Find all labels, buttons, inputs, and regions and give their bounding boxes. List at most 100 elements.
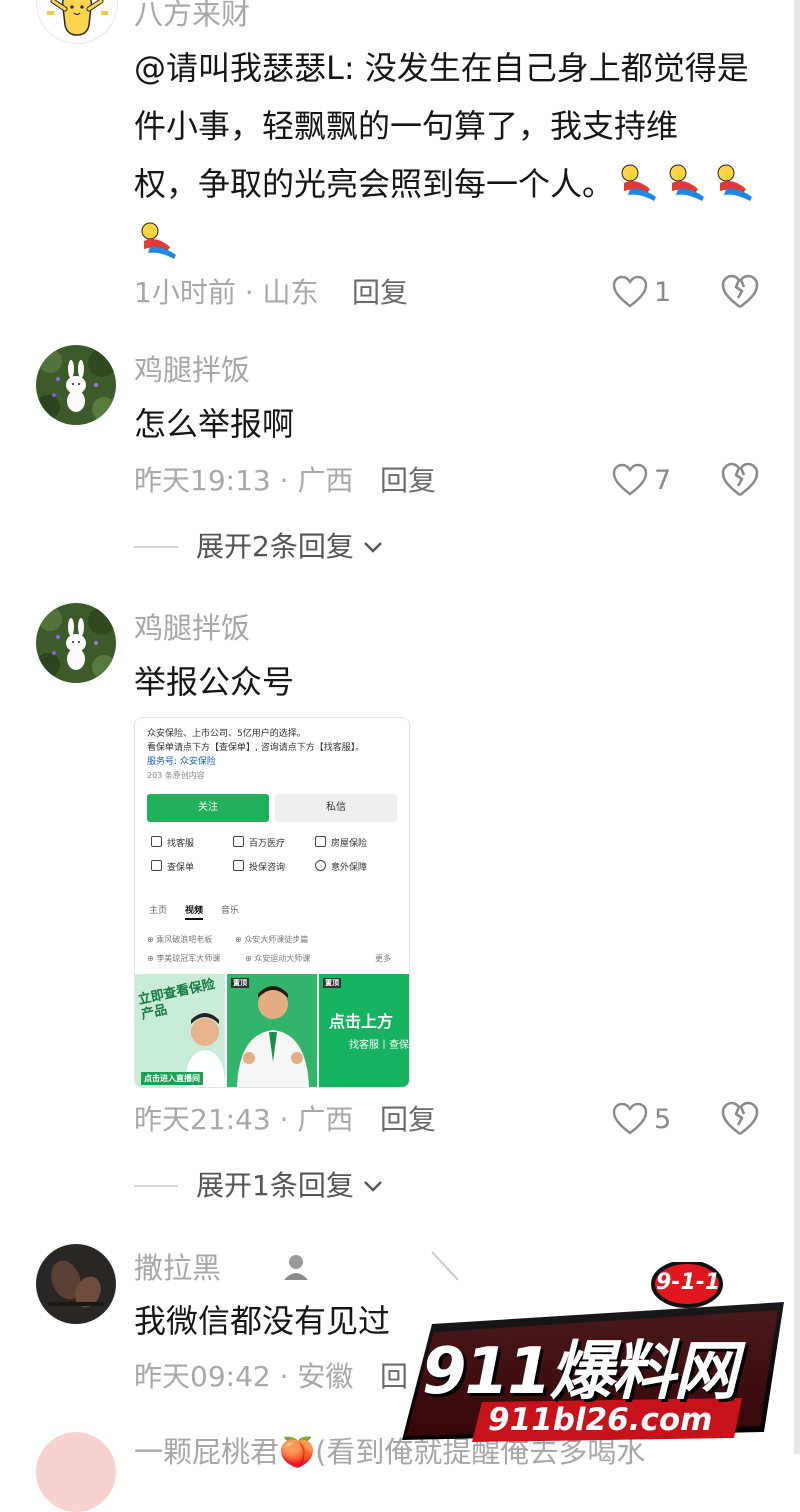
- avatar[interactable]: [36, 1432, 116, 1512]
- dislike-button[interactable]: [720, 1099, 760, 1139]
- avatar[interactable]: [36, 603, 116, 683]
- comment-text: 举报公众号: [134, 663, 295, 701]
- service-item: 房屋保险: [315, 836, 367, 851]
- service-label: 投保咨询: [249, 863, 286, 873]
- heart-icon: [612, 463, 648, 496]
- playlist-link: ⊕ 众安运动大师课: [245, 954, 311, 963]
- reply-button[interactable]: 回复: [380, 464, 436, 498]
- user-badge-icon: [284, 1255, 308, 1280]
- broken-heart-icon: [721, 1101, 759, 1136]
- like-button[interactable]: 5: [612, 1097, 671, 1141]
- tab-video: 视频: [185, 904, 204, 920]
- document-icon: [151, 860, 162, 871]
- video-thumb: 置顶: [227, 974, 317, 1087]
- playlist-link-label: 李美琼冠军大师课: [156, 954, 221, 963]
- chevron-down-icon: [363, 542, 382, 553]
- scroll-edge: [794, 0, 800, 1454]
- service-label: 找客服: [167, 839, 195, 849]
- chat-icon: [151, 836, 162, 847]
- playlist-link-label: 众安大师课徒步篇: [244, 935, 309, 944]
- dislike-button[interactable]: [720, 272, 760, 312]
- avatar[interactable]: [36, 345, 116, 425]
- playlist-link: ⊕ 众安大师课徒步篇: [235, 935, 309, 944]
- divider: [134, 546, 178, 548]
- heart-icon: [612, 275, 648, 308]
- video-title: 点击上方: [329, 1012, 394, 1031]
- chevron-down-icon: [363, 1181, 382, 1192]
- check-icon: [233, 860, 244, 871]
- slide-emoji-icon: [136, 221, 182, 261]
- like-count: 5: [654, 1103, 672, 1135]
- person-photo: [237, 986, 309, 1087]
- avatar[interactable]: [36, 1244, 116, 1324]
- video-thumb: 立即查看保险产品 点击进入直播间: [135, 974, 225, 1087]
- expand-replies-label: 展开2条回复: [196, 530, 354, 563]
- playlist-link-label: 众安运动大师课: [254, 954, 311, 963]
- comment-text: 我微信都没有见过: [134, 1302, 391, 1340]
- service-account-label: 服务号: 众安保险: [147, 757, 216, 767]
- slide-emoji-icon: [616, 163, 662, 203]
- service-item: 查保单: [151, 860, 194, 875]
- comment-image[interactable]: 众安保险、上市公司、5亿用户的选择。 看保单请点下方【查保单】, 咨询请点下方【…: [134, 717, 410, 1088]
- heart-icon: [612, 1102, 648, 1135]
- expand-replies-button[interactable]: 展开1条回复: [134, 1166, 386, 1206]
- divider: [134, 1185, 178, 1187]
- comment-username[interactable]: 撒拉黑: [134, 1250, 221, 1286]
- comment-text-line: 权，争取的光亮会照到每一个人。: [134, 155, 758, 213]
- pinned-tag: 置顶: [323, 978, 341, 988]
- broken-heart-icon: [721, 462, 759, 497]
- slide-emoji-icon: [712, 163, 758, 203]
- comment-text: @请叫我瑟瑟L: 没发生在自己身上都觉得是 件小事，轻飘飘的一句算了，我支持维 …: [134, 39, 758, 271]
- person-photo: [185, 1013, 225, 1087]
- like-count: 1: [654, 276, 672, 308]
- comment-username[interactable]: 鸡腿拌饭: [134, 352, 250, 388]
- comment-text-line-content: 权，争取的光亮会照到每一个人。: [134, 165, 615, 203]
- shield-icon: [315, 860, 326, 871]
- video-subtitle: 找客服丨查保: [349, 1040, 409, 1051]
- comment-text-line: @请叫我瑟瑟L: 没发生在自己身上都觉得是: [134, 49, 749, 87]
- watermark-logo: 9-1-1 911爆料网 911bl26.com: [392, 1262, 794, 1454]
- follow-button: 关注: [147, 794, 269, 822]
- reply-button[interactable]: 回复: [380, 1103, 436, 1137]
- service-item: 投保咨询: [233, 860, 285, 875]
- watermark-badge: 9-1-1: [656, 1270, 721, 1295]
- reply-button[interactable]: 回复: [352, 276, 408, 310]
- watermark-title: 911爆料网: [422, 1335, 738, 1409]
- watermark-url: 911bl26.com: [488, 1402, 713, 1438]
- more-link: 更多: [375, 954, 391, 963]
- expand-replies-button[interactable]: 展开2条回复: [134, 527, 386, 567]
- like-button[interactable]: 1: [612, 270, 671, 314]
- slide-emoji-icon: [664, 163, 710, 203]
- service-item: 意外保障: [315, 860, 367, 875]
- service-item: 找客服: [151, 836, 194, 851]
- comment-text-line: [134, 213, 758, 271]
- profile-desc-line: 众安保险、上市公司、5亿用户的选择。: [147, 729, 306, 739]
- like-button[interactable]: 7: [612, 458, 671, 502]
- video-thumb: 置顶 点击上方 找客服丨查保: [319, 974, 409, 1087]
- profile-desc-line: 看保单请点下方【查保单】, 咨询请点下方【找客服】。: [147, 743, 365, 753]
- dislike-button[interactable]: [720, 460, 760, 500]
- service-label: 房屋保险: [331, 839, 368, 849]
- tab-home: 主页: [149, 906, 168, 916]
- like-count: 7: [654, 464, 672, 496]
- original-count: 203 条原创内容: [147, 771, 205, 780]
- expand-replies-label: 展开1条回复: [196, 1169, 354, 1202]
- service-label: 意外保障: [331, 863, 368, 873]
- chart-icon: [233, 836, 244, 847]
- service-label: 百万医疗: [249, 839, 286, 849]
- avatar[interactable]: [36, 0, 118, 44]
- comment-time-location: 昨天19:13 · 广西: [134, 464, 354, 497]
- live-tag: 点击进入直播间: [141, 1072, 203, 1085]
- comment-time-location: 1小时前 · 山东: [134, 276, 319, 309]
- broken-heart-icon: [721, 274, 759, 309]
- comment-time-location: 昨天09:42 · 安徽: [134, 1360, 354, 1393]
- comment-text-line: 件小事，轻飘飘的一句算了，我支持维: [134, 107, 679, 145]
- message-button: 私信: [275, 794, 397, 822]
- playlist-link: ⊕ 乘风破浪吧老板: [147, 935, 213, 944]
- tab-music: 音乐: [221, 906, 240, 916]
- comment-username[interactable]: 八方来财: [134, 0, 250, 32]
- service-item: 百万医疗: [233, 836, 285, 851]
- comment-username[interactable]: 鸡腿拌饭: [134, 610, 250, 646]
- comment-time-location: 昨天21:43 · 广西: [134, 1103, 354, 1136]
- house-icon: [315, 836, 326, 847]
